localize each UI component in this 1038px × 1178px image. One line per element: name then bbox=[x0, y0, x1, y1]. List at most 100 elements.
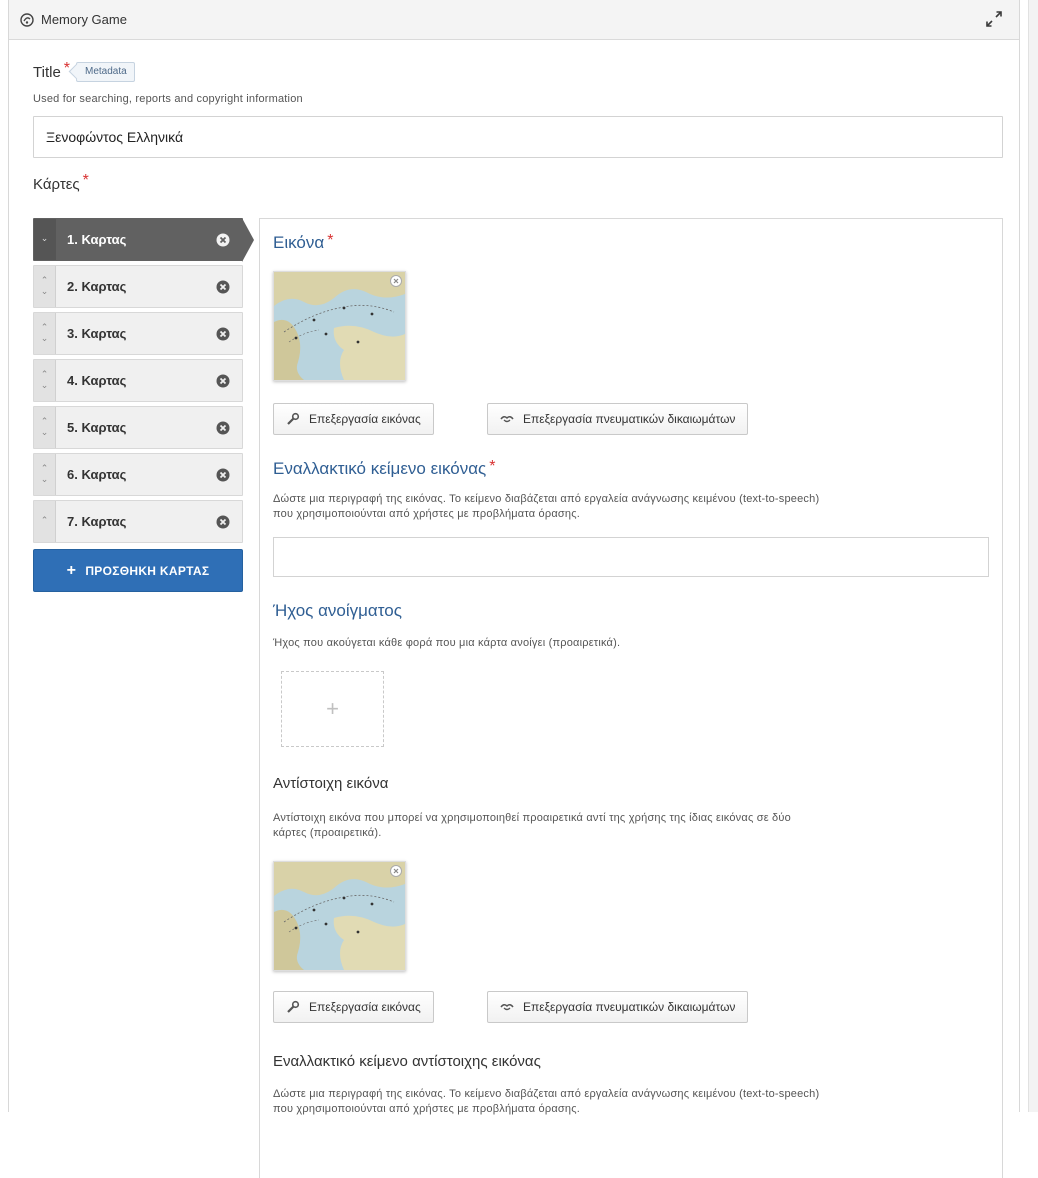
card-item-1[interactable]: ⌄ 1. Καρτας bbox=[33, 218, 254, 262]
move-up-icon[interactable]: ⌃ bbox=[41, 463, 49, 475]
add-card-button[interactable]: + ΠΡΟΣΘΗΚΗ ΚΑΡΤΑΣ bbox=[33, 549, 243, 592]
title-required-mark: * bbox=[63, 60, 71, 77]
add-card-label: ΠΡΟΣΘΗΚΗ ΚΑΡΤΑΣ bbox=[85, 563, 210, 578]
remove-image-icon[interactable] bbox=[390, 275, 402, 287]
move-up-icon[interactable]: ⌃ bbox=[41, 369, 49, 381]
matching-alt-text-description-line: Δώστε μια περιγραφή της εικόνας. Το κείμ… bbox=[273, 1088, 820, 1100]
card-label: 6. Καρτας bbox=[67, 467, 127, 482]
image-required-mark: * bbox=[327, 232, 334, 249]
move-down-icon[interactable]: ⌄ bbox=[41, 474, 49, 486]
remove-card-icon[interactable] bbox=[216, 421, 230, 435]
alt-text-required-mark: * bbox=[489, 458, 496, 475]
card-item-3[interactable]: ⌃ ⌄ 3. Καρτας bbox=[33, 312, 243, 355]
matching-alt-text-label: Εναλλακτικό κείμενο αντίστοιχης εικόνας bbox=[273, 1053, 541, 1070]
remove-image-icon[interactable] bbox=[390, 865, 402, 877]
move-down-icon[interactable]: ⌄ bbox=[41, 380, 49, 392]
alt-text-description-line: Δώστε μια περιγραφή της εικόνας. Το κείμ… bbox=[273, 493, 820, 505]
matching-image-thumbnail[interactable] bbox=[273, 861, 406, 971]
title-input[interactable] bbox=[33, 116, 1003, 158]
matching-alt-text-description-line: που χρησιμοποιούνται από χρήστες με προβ… bbox=[273, 1103, 580, 1115]
image-thumbnail[interactable] bbox=[273, 271, 406, 381]
alt-text-description-line: που χρησιμοποιούνται από χρήστες με προβ… bbox=[273, 508, 580, 520]
title-description: Used for searching, reports and copyrigh… bbox=[33, 93, 303, 105]
editor-content: Title * Metadata Used for searching, rep… bbox=[33, 60, 1003, 1178]
plus-icon: + bbox=[326, 696, 339, 721]
move-down-icon[interactable]: ⌄ bbox=[41, 427, 49, 439]
card-order-arrows: ⌃ ⌄ bbox=[34, 266, 56, 307]
alt-text-description: Δώστε μια περιγραφή της εικόνας. Το κείμ… bbox=[273, 492, 993, 522]
remove-card-icon[interactable] bbox=[216, 515, 230, 529]
card-item-6[interactable]: ⌃ ⌄ 6. Καρτας bbox=[33, 453, 243, 496]
card-label: 7. Καρτας bbox=[67, 514, 127, 529]
cards-label-row: Κάρτες * bbox=[33, 172, 1003, 196]
card-item-7[interactable]: ⌃ 7. Καρτας bbox=[33, 500, 243, 543]
editor-header: Memory Game bbox=[9, 0, 1019, 40]
alt-text-input[interactable] bbox=[273, 537, 989, 577]
edit-matching-image-button[interactable]: Επεξεργασία εικόνας bbox=[273, 991, 434, 1023]
move-up-icon[interactable]: ⌃ bbox=[41, 416, 49, 428]
edit-image-button[interactable]: Επεξεργασία εικόνας bbox=[273, 403, 434, 435]
remove-card-icon[interactable] bbox=[216, 468, 230, 482]
card-order-arrows: ⌃ bbox=[34, 501, 56, 542]
card-order-arrows: ⌃ ⌄ bbox=[34, 454, 56, 495]
card-label: 5. Καρτας bbox=[67, 420, 127, 435]
card-order-arrows: ⌃ ⌄ bbox=[34, 360, 56, 401]
move-down-icon[interactable]: ⌄ bbox=[41, 286, 49, 298]
card-label: 4. Καρτας bbox=[67, 373, 127, 388]
card-item-5[interactable]: ⌃ ⌄ 5. Καρτας bbox=[33, 406, 243, 449]
card-order-arrows: ⌃ ⌄ bbox=[34, 313, 56, 354]
card-label: 1. Καρτας bbox=[67, 232, 127, 247]
move-up-icon[interactable]: ⌃ bbox=[41, 322, 49, 334]
handshake-icon bbox=[500, 412, 514, 426]
title-field-label-row: Title * Metadata bbox=[33, 60, 1003, 84]
matching-image-label: Αντίστοιχη εικόνα bbox=[273, 775, 389, 792]
edit-copyright-button[interactable]: Επεξεργασία πνευματικών δικαιωμάτων bbox=[487, 403, 749, 435]
map-image bbox=[274, 862, 405, 970]
metadata-button[interactable]: Metadata bbox=[76, 62, 135, 82]
matching-image-description: Αντίστοιχη εικόνα που μπορεί να χρησιμοπ… bbox=[273, 811, 993, 841]
card-label: 3. Καρτας bbox=[67, 326, 127, 341]
h5p-logo-icon bbox=[19, 12, 35, 28]
audio-description: Ήχος που ακούγεται κάθε φορά που μια κάρ… bbox=[273, 637, 621, 649]
edit-copyright-label: Επεξεργασία πνευματικών δικαιωμάτων bbox=[523, 1000, 736, 1014]
title-label: Title bbox=[33, 63, 61, 81]
card-list: ⌄ 1. Καρτας ⌃ ⌄ 2. Καρτας ⌃ ⌄ 3. Καρτας … bbox=[33, 218, 254, 592]
alt-text-field-label: Εναλλακτικό κείμενο εικόνας * bbox=[273, 458, 496, 479]
cards-label: Κάρτες bbox=[33, 175, 80, 193]
wrench-icon bbox=[286, 412, 300, 426]
handshake-icon bbox=[500, 1000, 514, 1014]
outer-scroll-gutter bbox=[1028, 0, 1038, 1112]
edit-copyright-label: Επεξεργασία πνευματικών δικαιωμάτων bbox=[523, 412, 736, 426]
remove-card-icon[interactable] bbox=[216, 327, 230, 341]
card-editor-panel: Εικόνα * Επεξεργασία εικόνας Επεξεργασία… bbox=[259, 218, 1003, 1178]
edit-image-label: Επεξεργασία εικόνας bbox=[309, 412, 421, 426]
card-order-arrows: ⌃ ⌄ bbox=[34, 407, 56, 448]
move-up-icon[interactable]: ⌃ bbox=[41, 516, 49, 527]
card-label: 2. Καρτας bbox=[67, 279, 127, 294]
remove-card-icon[interactable] bbox=[216, 374, 230, 388]
move-up-icon[interactable]: ⌃ bbox=[41, 275, 49, 287]
edit-matching-copyright-button[interactable]: Επεξεργασία πνευματικών δικαιωμάτων bbox=[487, 991, 749, 1023]
move-down-icon[interactable]: ⌄ bbox=[41, 333, 49, 345]
cards-required-mark: * bbox=[82, 172, 89, 189]
card-item-4[interactable]: ⌃ ⌄ 4. Καρτας bbox=[33, 359, 243, 402]
matching-image-description-line: κάρτες (προαιρετικά). bbox=[273, 827, 382, 839]
remove-card-icon[interactable] bbox=[216, 233, 230, 247]
remove-card-icon[interactable] bbox=[216, 280, 230, 294]
move-down-icon[interactable]: ⌄ bbox=[41, 234, 49, 245]
audio-field-label: Ήχος ανοίγματος bbox=[273, 601, 402, 620]
fullscreen-expand-icon[interactable] bbox=[985, 10, 1003, 28]
matching-alt-text-description: Δώστε μια περιγραφή της εικόνας. Το κείμ… bbox=[273, 1087, 993, 1117]
matching-image-description-line: Αντίστοιχη εικόνα που μπορεί να χρησιμοπ… bbox=[273, 812, 791, 824]
add-audio-button[interactable]: + bbox=[281, 671, 384, 747]
image-label: Εικόνα bbox=[273, 233, 325, 252]
edit-image-label: Επεξεργασία εικόνας bbox=[309, 1000, 421, 1014]
image-field-label: Εικόνα * bbox=[273, 232, 334, 253]
plus-icon: + bbox=[66, 561, 77, 579]
card-item-2[interactable]: ⌃ ⌄ 2. Καρτας bbox=[33, 265, 243, 308]
alt-text-label: Εναλλακτικό κείμενο εικόνας bbox=[273, 459, 487, 478]
map-image bbox=[274, 272, 405, 380]
card-order-arrows: ⌄ bbox=[34, 219, 56, 260]
editor-title: Memory Game bbox=[41, 12, 127, 27]
wrench-icon bbox=[286, 1000, 300, 1014]
